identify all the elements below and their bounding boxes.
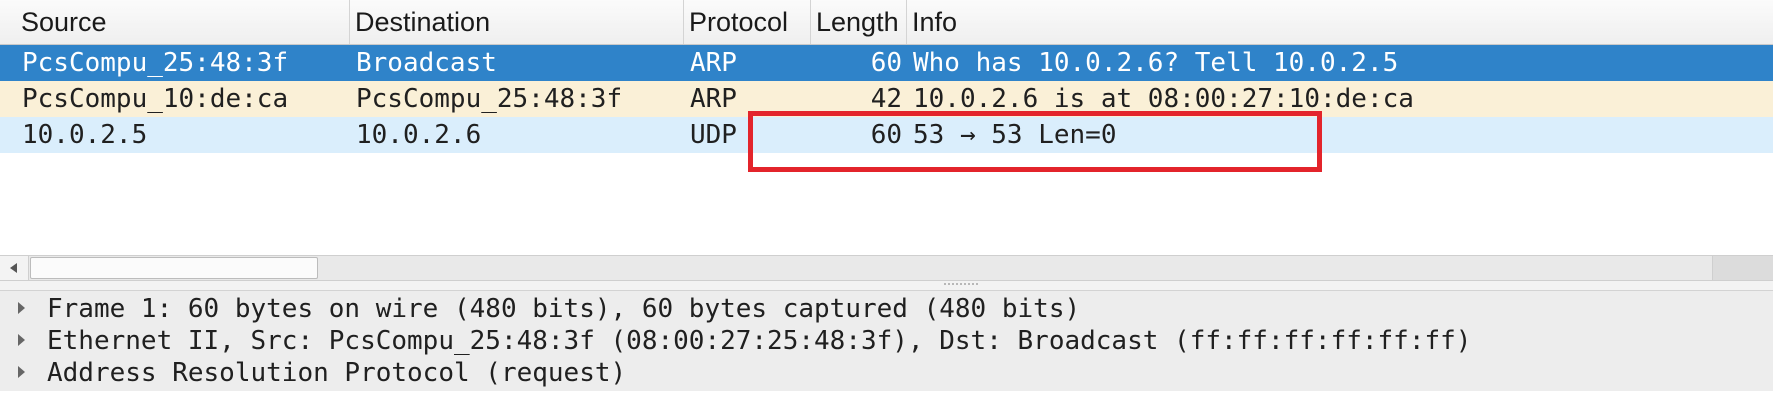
packet-row-selected[interactable]: PcsCompu_25:48:3f Broadcast ARP 60 Who h…	[0, 45, 1773, 81]
column-header-length[interactable]: Length	[811, 0, 907, 44]
scrollbar-thumb[interactable]	[30, 257, 318, 279]
column-header-info[interactable]: Info	[907, 0, 1773, 44]
packet-destination: Broadcast	[356, 48, 497, 78]
pane-splitter[interactable]	[0, 281, 1773, 291]
detail-item-label: Ethernet II, Src: PcsCompu_25:48:3f (08:…	[47, 326, 1472, 356]
column-header-source[interactable]: Source	[16, 0, 350, 44]
triangle-right-icon[interactable]	[18, 302, 25, 314]
packet-length: 60	[870, 48, 902, 78]
packet-source: 10.0.2.5	[22, 120, 148, 150]
packet-destination: PcsCompu_25:48:3f	[356, 84, 623, 114]
detail-tree-item-arp[interactable]: Address Resolution Protocol (request)	[0, 355, 1773, 391]
triangle-right-icon[interactable]	[18, 334, 25, 346]
detail-tree-item-ethernet[interactable]: Ethernet II, Src: PcsCompu_25:48:3f (08:…	[0, 323, 1773, 359]
packet-details-pane[interactable]: Frame 1: 60 bytes on wire (480 bits), 60…	[0, 291, 1773, 414]
arrow-left-icon[interactable]	[0, 256, 29, 280]
packet-protocol: UDP	[690, 120, 737, 150]
packet-protocol: ARP	[690, 84, 737, 114]
packet-source: PcsCompu_25:48:3f	[22, 48, 289, 78]
packet-source: PcsCompu_10:de:ca	[22, 84, 289, 114]
packet-destination: 10.0.2.6	[356, 120, 482, 150]
annotation-highlight-box	[748, 111, 1322, 172]
column-header-protocol[interactable]: Protocol	[684, 0, 811, 44]
horizontal-scrollbar[interactable]	[0, 255, 1773, 281]
splitter-grip-icon[interactable]	[944, 283, 978, 288]
column-header-destination[interactable]: Destination	[350, 0, 684, 44]
detail-item-label: Frame 1: 60 bytes on wire (480 bits), 60…	[47, 294, 1081, 324]
column-header-bar: Source Destination Protocol Length Info	[0, 0, 1773, 45]
triangle-right-icon[interactable]	[18, 366, 25, 378]
scrollbar-track-end	[1712, 256, 1773, 280]
packet-info: Who has 10.0.2.6? Tell 10.0.2.5	[913, 48, 1399, 78]
packet-protocol: ARP	[690, 48, 737, 78]
detail-item-label: Address Resolution Protocol (request)	[47, 358, 627, 388]
detail-tree-item-frame[interactable]: Frame 1: 60 bytes on wire (480 bits), 60…	[0, 291, 1773, 327]
packet-list-pane[interactable]: Source Destination Protocol Length Info …	[0, 0, 1773, 255]
